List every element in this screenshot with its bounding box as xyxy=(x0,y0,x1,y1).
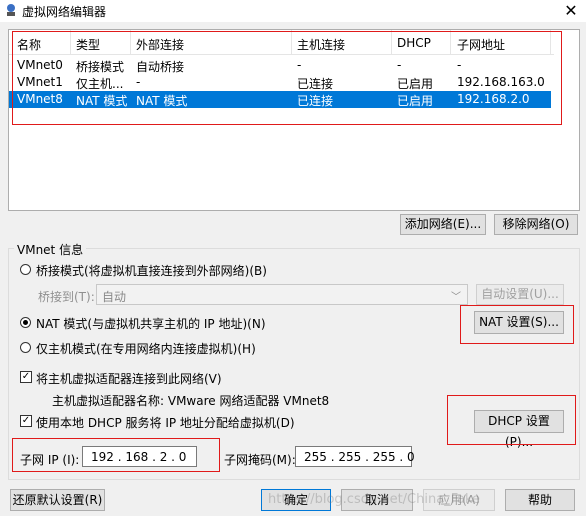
restore-defaults-button[interactable]: 还原默认设置(R) xyxy=(10,489,105,511)
adapter-name-text: 主机虚拟适配器名称: VMware 网络适配器 VMnet8 xyxy=(52,394,330,408)
remove-network-button[interactable]: 移除网络(O) xyxy=(494,214,578,235)
add-network-button[interactable]: 添加网络(E)... xyxy=(400,214,486,235)
vmnet-info-label: VMnet 信息 xyxy=(14,241,87,258)
subnet-mask-label: 子网掩码(M): xyxy=(224,453,296,467)
use-dhcp-checkbox[interactable]: ✓ xyxy=(20,415,32,427)
nat-mode-label[interactable]: NAT 模式(与虚拟机共享主机的 IP 地址)(N) xyxy=(36,315,266,332)
help-button[interactable]: 帮助 xyxy=(505,489,575,511)
bridge-mode-radio[interactable] xyxy=(20,264,31,275)
annotation-box-dhcp xyxy=(447,395,576,445)
hostonly-mode-label[interactable]: 仅主机模式(在专用网络内连接虚拟机)(H) xyxy=(36,340,256,357)
close-icon: ✕ xyxy=(564,1,578,20)
subnet-mask-value: 255 . 255 . 255 . 0 xyxy=(304,450,415,464)
auto-settings-button[interactable]: 自动设置(U)... xyxy=(476,284,564,305)
close-button[interactable]: ✕ xyxy=(556,0,586,22)
connect-adapter-checkbox[interactable]: ✓ xyxy=(20,371,32,383)
annotation-box-table xyxy=(12,31,562,125)
hostonly-mode-radio[interactable] xyxy=(20,342,31,353)
window-title: 虚拟网络编辑器 xyxy=(22,5,107,19)
title-bar: 虚拟网络编辑器 ✕ xyxy=(0,0,586,22)
bridge-to-label: 桥接到(T): xyxy=(38,290,95,304)
network-editor-icon xyxy=(7,4,15,16)
bridge-to-value: 自动 xyxy=(102,290,127,304)
bridge-mode-label[interactable]: 桥接模式(将虚拟机直接连接到外部网络)(B) xyxy=(36,262,267,279)
chevron-down-icon: ﹀ xyxy=(451,292,461,303)
watermark-text: https://blog.csdn.net/China_Fake xyxy=(268,492,481,507)
annotation-box-subnet xyxy=(12,438,220,472)
bridge-to-select[interactable]: 自动 ﹀ xyxy=(96,284,468,305)
nat-mode-radio[interactable] xyxy=(20,317,31,328)
use-dhcp-label[interactable]: 使用本地 DHCP 服务将 IP 地址分配给虚拟机(D) xyxy=(36,414,295,431)
connect-adapter-label[interactable]: 将主机虚拟适配器连接到此网络(V) xyxy=(36,370,222,387)
subnet-mask-field[interactable]: 255 . 255 . 255 . 0 xyxy=(295,446,415,467)
annotation-box-nat xyxy=(460,305,574,344)
